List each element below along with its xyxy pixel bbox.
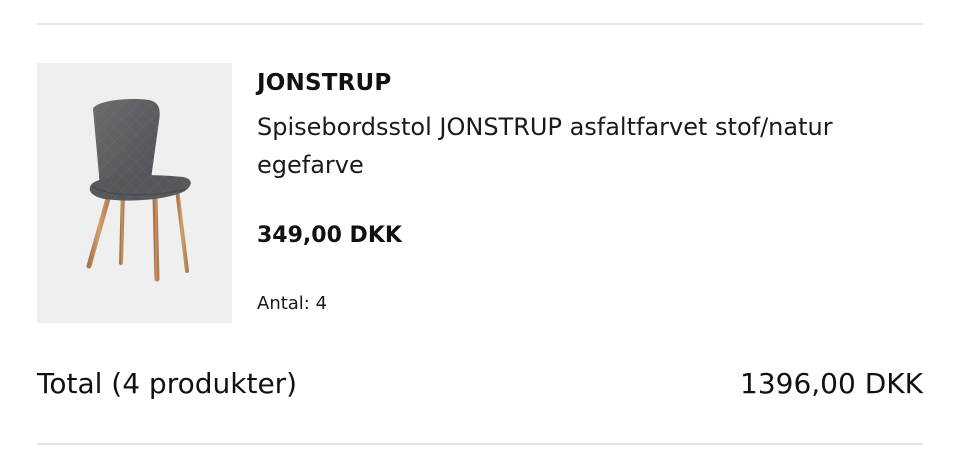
product-image[interactable] [37,63,232,323]
order-total: Total (4 produkter) 1396,00 DKK [37,364,923,404]
quantity-value: 4 [315,293,328,314]
product-title-link[interactable]: Spisebordsstol JONSTRUP asfaltfarvet sto… [257,108,923,184]
chair-icon [86,99,191,282]
product-price: 349,00 DKK [257,223,402,248]
quantity-label: Antal: [257,293,310,314]
product-brand: JONSTRUP [257,70,392,96]
total-value: 1396,00 DKK [740,367,923,400]
cart-line-item: JONSTRUP Spisebordsstol JONSTRUP asfaltf… [37,63,923,323]
total-label: Total (4 produkter) [37,367,298,400]
top-divider [37,23,923,25]
product-quantity: Antal: 4 [257,291,327,317]
bottom-divider [37,443,923,445]
